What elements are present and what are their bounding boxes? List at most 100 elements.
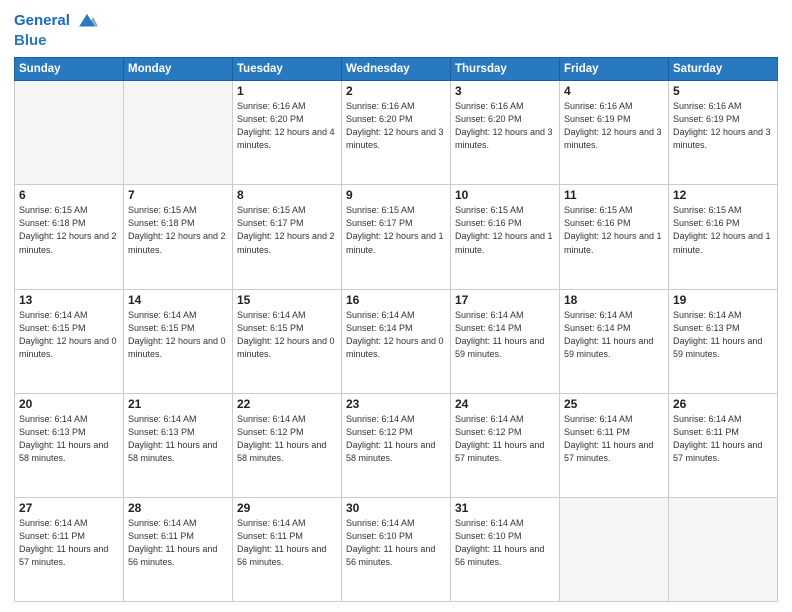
calendar-table: SundayMondayTuesdayWednesdayThursdayFrid… — [14, 57, 778, 602]
day-info: Sunrise: 6:14 AM Sunset: 6:11 PM Dayligh… — [673, 413, 773, 465]
day-info: Sunrise: 6:14 AM Sunset: 6:10 PM Dayligh… — [455, 517, 555, 569]
calendar-cell — [560, 497, 669, 601]
day-info: Sunrise: 6:16 AM Sunset: 6:20 PM Dayligh… — [346, 100, 446, 152]
day-number: 22 — [237, 397, 337, 411]
day-number: 11 — [564, 188, 664, 202]
day-number: 15 — [237, 293, 337, 307]
header: General Blue — [14, 10, 778, 49]
day-number: 1 — [237, 84, 337, 98]
day-info: Sunrise: 6:16 AM Sunset: 6:19 PM Dayligh… — [564, 100, 664, 152]
calendar-cell: 9Sunrise: 6:15 AM Sunset: 6:17 PM Daylig… — [342, 185, 451, 289]
day-info: Sunrise: 6:15 AM Sunset: 6:18 PM Dayligh… — [19, 204, 119, 256]
day-number: 17 — [455, 293, 555, 307]
day-number: 12 — [673, 188, 773, 202]
weekday-header-cell: Thursday — [451, 58, 560, 81]
calendar-cell: 4 Sunrise: 6:16 AM Sunset: 6:19 PM Daylig… — [560, 81, 669, 185]
calendar-cell: 6 Sunrise: 6:15 AM Sunset: 6:18 PM Daylig… — [15, 185, 124, 289]
logo: General Blue — [14, 10, 98, 49]
calendar-cell: 22 Sunrise: 6:14 AM Sunset: 6:12 PM Dayli… — [233, 393, 342, 497]
calendar-cell: 10 Sunrise: 6:15 AM Sunset: 6:16 PM Dayli… — [451, 185, 560, 289]
calendar-cell: 11 Sunrise: 6:15 AM Sunset: 6:16 PM Dayli… — [560, 185, 669, 289]
calendar-week-row: 20Sunrise: 6:14 AM Sunset: 6:13 PM Dayli… — [15, 393, 778, 497]
day-info: Sunrise: 6:14 AM Sunset: 6:15 PM Dayligh… — [19, 309, 119, 361]
calendar-cell: 18 Sunrise: 6:14 AM Sunset: 6:14 PM Dayli… — [560, 289, 669, 393]
calendar-cell: 13 Sunrise: 6:14 AM Sunset: 6:15 PM Dayli… — [15, 289, 124, 393]
calendar-cell: 8 Sunrise: 6:15 AM Sunset: 6:17 PM Daylig… — [233, 185, 342, 289]
day-info: Sunrise: 6:15 AM Sunset: 6:18 PM Dayligh… — [128, 204, 228, 256]
calendar-cell: 26 Sunrise: 6:14 AM Sunset: 6:11 PM Dayli… — [669, 393, 778, 497]
calendar-cell — [124, 81, 233, 185]
day-number: 10 — [455, 188, 555, 202]
calendar-week-row: 13 Sunrise: 6:14 AM Sunset: 6:15 PM Dayli… — [15, 289, 778, 393]
calendar-cell: 19Sunrise: 6:14 AM Sunset: 6:13 PM Dayli… — [669, 289, 778, 393]
day-number: 28 — [128, 501, 228, 515]
day-number: 13 — [19, 293, 119, 307]
day-number: 21 — [128, 397, 228, 411]
weekday-header-row: SundayMondayTuesdayWednesdayThursdayFrid… — [15, 58, 778, 81]
day-info: Sunrise: 6:16 AM Sunset: 6:20 PM Dayligh… — [455, 100, 555, 152]
calendar-cell: 2 Sunrise: 6:16 AM Sunset: 6:20 PM Daylig… — [342, 81, 451, 185]
calendar-cell — [15, 81, 124, 185]
day-info: Sunrise: 6:14 AM Sunset: 6:12 PM Dayligh… — [237, 413, 337, 465]
day-info: Sunrise: 6:15 AM Sunset: 6:16 PM Dayligh… — [673, 204, 773, 256]
day-info: Sunrise: 6:14 AM Sunset: 6:14 PM Dayligh… — [346, 309, 446, 361]
calendar-cell: 23Sunrise: 6:14 AM Sunset: 6:12 PM Dayli… — [342, 393, 451, 497]
day-number: 26 — [673, 397, 773, 411]
calendar-cell: 28 Sunrise: 6:14 AM Sunset: 6:11 PM Dayli… — [124, 497, 233, 601]
calendar-cell: 25 Sunrise: 6:14 AM Sunset: 6:11 PM Dayli… — [560, 393, 669, 497]
day-number: 29 — [237, 501, 337, 515]
day-number: 24 — [455, 397, 555, 411]
calendar-week-row: 27 Sunrise: 6:14 AM Sunset: 6:11 PM Dayli… — [15, 497, 778, 601]
day-info: Sunrise: 6:14 AM Sunset: 6:13 PM Dayligh… — [19, 413, 119, 465]
day-number: 7 — [128, 188, 228, 202]
weekday-header-cell: Sunday — [15, 58, 124, 81]
day-number: 25 — [564, 397, 664, 411]
calendar-cell: 20Sunrise: 6:14 AM Sunset: 6:13 PM Dayli… — [15, 393, 124, 497]
day-number: 4 — [564, 84, 664, 98]
calendar-cell: 17 Sunrise: 6:14 AM Sunset: 6:14 PM Dayli… — [451, 289, 560, 393]
day-info: Sunrise: 6:14 AM Sunset: 6:14 PM Dayligh… — [455, 309, 555, 361]
day-info: Sunrise: 6:16 AM Sunset: 6:19 PM Dayligh… — [673, 100, 773, 152]
weekday-header-cell: Friday — [560, 58, 669, 81]
day-number: 14 — [128, 293, 228, 307]
day-info: Sunrise: 6:14 AM Sunset: 6:11 PM Dayligh… — [237, 517, 337, 569]
weekday-header-cell: Saturday — [669, 58, 778, 81]
day-info: Sunrise: 6:14 AM Sunset: 6:12 PM Dayligh… — [455, 413, 555, 465]
calendar-cell: 30Sunrise: 6:14 AM Sunset: 6:10 PM Dayli… — [342, 497, 451, 601]
calendar-cell: 16Sunrise: 6:14 AM Sunset: 6:14 PM Dayli… — [342, 289, 451, 393]
day-info: Sunrise: 6:14 AM Sunset: 6:13 PM Dayligh… — [128, 413, 228, 465]
day-info: Sunrise: 6:15 AM Sunset: 6:17 PM Dayligh… — [346, 204, 446, 256]
calendar-cell: 21 Sunrise: 6:14 AM Sunset: 6:13 PM Dayli… — [124, 393, 233, 497]
day-number: 23 — [346, 397, 446, 411]
day-number: 6 — [19, 188, 119, 202]
day-number: 27 — [19, 501, 119, 515]
day-info: Sunrise: 6:14 AM Sunset: 6:15 PM Dayligh… — [237, 309, 337, 361]
day-number: 3 — [455, 84, 555, 98]
logo-icon — [76, 10, 98, 32]
calendar-cell — [669, 497, 778, 601]
weekday-header-cell: Tuesday — [233, 58, 342, 81]
day-info: Sunrise: 6:14 AM Sunset: 6:11 PM Dayligh… — [128, 517, 228, 569]
calendar-cell: 14Sunrise: 6:14 AM Sunset: 6:15 PM Dayli… — [124, 289, 233, 393]
weekday-header-cell: Wednesday — [342, 58, 451, 81]
day-info: Sunrise: 6:14 AM Sunset: 6:14 PM Dayligh… — [564, 309, 664, 361]
day-info: Sunrise: 6:15 AM Sunset: 6:16 PM Dayligh… — [455, 204, 555, 256]
calendar-cell: 7 Sunrise: 6:15 AM Sunset: 6:18 PM Daylig… — [124, 185, 233, 289]
day-number: 30 — [346, 501, 446, 515]
calendar-cell: 12 Sunrise: 6:15 AM Sunset: 6:16 PM Dayli… — [669, 185, 778, 289]
day-info: Sunrise: 6:15 AM Sunset: 6:17 PM Dayligh… — [237, 204, 337, 256]
day-number: 18 — [564, 293, 664, 307]
calendar-cell: 27Sunrise: 6:14 AM Sunset: 6:11 PM Dayli… — [15, 497, 124, 601]
day-info: Sunrise: 6:16 AM Sunset: 6:20 PM Dayligh… — [237, 100, 337, 152]
weekday-header-cell: Monday — [124, 58, 233, 81]
day-number: 2 — [346, 84, 446, 98]
day-info: Sunrise: 6:15 AM Sunset: 6:16 PM Dayligh… — [564, 204, 664, 256]
calendar-cell: 24 Sunrise: 6:14 AM Sunset: 6:12 PM Dayli… — [451, 393, 560, 497]
calendar-week-row: 1 Sunrise: 6:16 AM Sunset: 6:20 PM Daylig… — [15, 81, 778, 185]
calendar-cell: 31 Sunrise: 6:14 AM Sunset: 6:10 PM Dayli… — [451, 497, 560, 601]
day-info: Sunrise: 6:14 AM Sunset: 6:11 PM Dayligh… — [564, 413, 664, 465]
calendar-cell: 29 Sunrise: 6:14 AM Sunset: 6:11 PM Dayli… — [233, 497, 342, 601]
day-number: 31 — [455, 501, 555, 515]
calendar-week-row: 6 Sunrise: 6:15 AM Sunset: 6:18 PM Daylig… — [15, 185, 778, 289]
day-number: 8 — [237, 188, 337, 202]
